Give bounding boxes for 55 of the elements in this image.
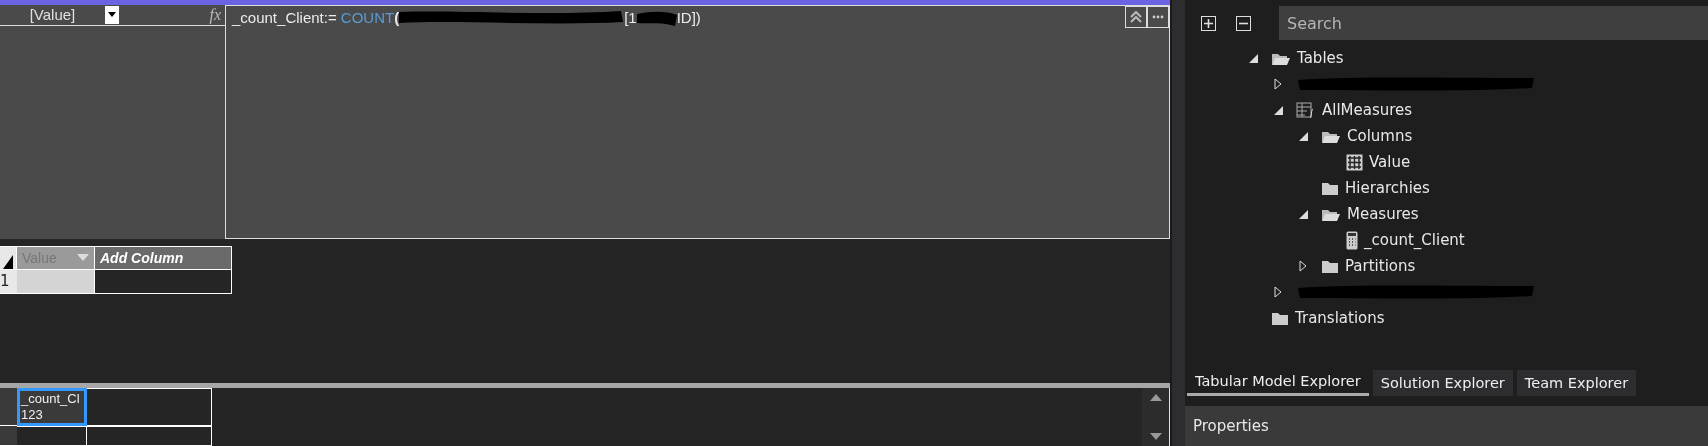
tree-item[interactable]: Partitions (1345, 257, 1416, 275)
folder-icon (1321, 258, 1339, 274)
collapse-arrow-icon[interactable] (1249, 53, 1258, 63)
grid-cell[interactable] (17, 426, 87, 446)
tree-item[interactable]: Measures (1347, 205, 1419, 223)
table-cell[interactable] (95, 269, 232, 294)
measure-cell[interactable]: _count_Cl 123 (17, 388, 87, 426)
dropdown-button[interactable] (105, 5, 119, 24)
formula-text: [1 (624, 9, 637, 27)
more-icon (1152, 14, 1164, 19)
tree-item[interactable]: Value (1369, 153, 1411, 171)
table-formula-icon (1296, 102, 1316, 118)
grid-cell[interactable] (87, 426, 212, 446)
calculator-icon (1346, 230, 1358, 250)
collapse-all-icon[interactable] (1236, 15, 1251, 31)
name-box[interactable]: [Value] (0, 6, 105, 24)
expand-arrow-icon[interactable] (1274, 286, 1282, 298)
row-number: 1 (0, 269, 17, 294)
grid-icon (1346, 153, 1363, 171)
collapse-arrow-icon[interactable] (1299, 209, 1308, 219)
collapse-arrow-icon[interactable] (1274, 105, 1283, 115)
add-column-header[interactable]: Add Column (95, 245, 232, 270)
double-chevron-up-icon (1130, 10, 1142, 23)
tree-item[interactable]: Tables (1297, 49, 1344, 67)
tree-item[interactable]: AllMeasures (1322, 101, 1413, 119)
formula-paren: ( (394, 9, 400, 27)
folder-icon (1271, 310, 1289, 326)
explorer-tab[interactable]: Team Explorer (1516, 370, 1637, 396)
search-field[interactable]: Search (1279, 6, 1708, 40)
tree-item[interactable]: _count_Client (1364, 231, 1465, 249)
explorer-tab[interactable]: Solution Explorer (1372, 370, 1513, 396)
select-all-corner[interactable] (0, 245, 17, 270)
tree-item[interactable]: Hierarchies (1345, 179, 1430, 197)
properties-title: Properties (1193, 417, 1269, 435)
scrollbar[interactable] (1142, 388, 1170, 446)
collapse-arrow-icon[interactable] (1299, 131, 1308, 141)
corner-triangle-icon (3, 254, 13, 269)
grid-cell[interactable] (87, 388, 212, 426)
formula-text: _count_Client:= (232, 9, 338, 27)
expand-arrow-icon[interactable] (1274, 78, 1282, 90)
scroll-up-icon[interactable] (1149, 394, 1162, 401)
tree-item[interactable]: Columns (1347, 127, 1413, 145)
more-button[interactable] (1147, 5, 1169, 28)
folder-icon (1321, 180, 1339, 196)
scroll-down-icon[interactable] (1149, 433, 1162, 440)
expand-arrow-icon[interactable] (1299, 260, 1307, 272)
formula-editor[interactable]: _count_Client:= COUNT( [1 ID]) (226, 4, 1170, 239)
fx-label: fx (209, 5, 221, 24)
collapse-button[interactable] (1125, 5, 1147, 28)
tree-item[interactable]: Translations (1295, 309, 1385, 327)
formula-text: ID]) (676, 9, 701, 27)
table-cell[interactable] (17, 269, 95, 294)
caret-icon (108, 12, 116, 18)
function-name: COUNT (340, 9, 395, 27)
expand-all-icon[interactable] (1201, 15, 1216, 31)
